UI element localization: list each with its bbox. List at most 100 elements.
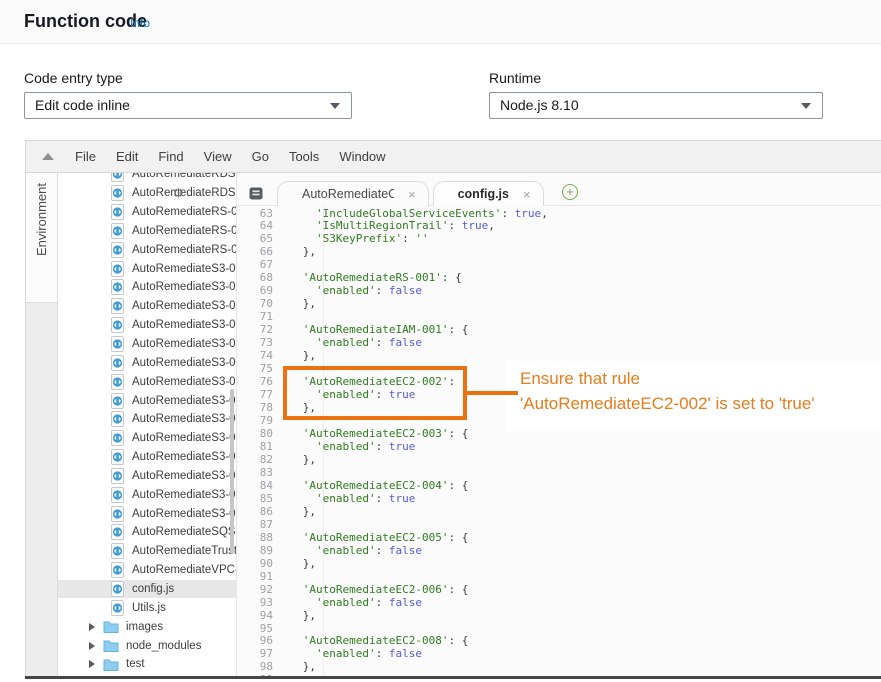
line-number: 89 [237,544,273,557]
tree-item-autoremediates3-01[interactable]: AutoRemediateS3-01 [58,448,236,467]
tree-item-utils-js[interactable]: Utils.js [58,598,236,617]
menu-item-tools[interactable]: Tools [286,147,322,166]
tree-item-autoremediates3-01[interactable]: AutoRemediateS3-01 [58,467,236,486]
js-file-icon [111,374,125,390]
tree-item-autoremediates3-01[interactable]: AutoRemediateS3-01 [58,504,236,523]
annotation-line2: 'AutoRemediateEC2-002' is set to 'true' [520,394,815,414]
tree-item-autoremediates3-00[interactable]: AutoRemediateS3-00 [58,335,236,354]
code-line: 85 'enabled': true [237,492,881,505]
close-tab-icon[interactable]: × [523,188,531,201]
close-tab-icon[interactable]: × [408,188,416,201]
code-line-text: }, [273,297,316,310]
menu-item-file[interactable]: File [72,147,99,166]
tree-item-autoremediates3-01[interactable]: AutoRemediateS3-01 [58,485,236,504]
code-line-text: 'IncludeGlobalServiceEvents': true, [273,207,548,220]
code-line-text: 'AutoRemediateEC2-008': { [273,634,468,647]
tree-item-node-modules[interactable]: node_modules [58,636,236,655]
tree-item-autoremediates3-00[interactable]: AutoRemediateS3-00 [58,316,236,335]
tree-item-autoremediaterds-0[interactable]: AutoRemediateRDS-0 [58,173,236,184]
tab-config-js[interactable]: config.js× [433,181,544,206]
info-link[interactable]: Info [130,16,150,30]
tree-item-autoremediates3-01[interactable]: AutoRemediateS3-01 [58,429,236,448]
tree-item-autoremediatesqs-0[interactable]: AutoRemediateSQS-0 [58,523,236,542]
tree-item-label: AutoRemediateRDS-0 [132,173,236,180]
busy-gear-icon: ⚙ [173,186,184,200]
code-line: 67 [237,258,881,271]
tree-item-autoremediates3-00[interactable]: AutoRemediateS3-00 [58,259,236,278]
tree-item-config-js[interactable]: config.js [58,580,236,599]
tree-item-test[interactable]: test [58,655,236,674]
tree-item-autoremediates3-00[interactable]: AutoRemediateS3-00 [58,353,236,372]
menu-item-go[interactable]: Go [249,147,272,166]
code-line-text: 'enabled': false [273,336,422,349]
code-line-text: 'enabled': true [273,440,415,453]
tree-item-autoremediaters-00[interactable]: AutoRemediateRS-00 [58,203,236,222]
js-file-icon [111,581,125,597]
menu-item-window[interactable]: Window [336,147,388,166]
tree-item-autoremediaterds-0[interactable]: AutoRemediateRDS-0⚙ [58,184,236,203]
code-line: 68 'AutoRemediateRS-001': { [237,271,881,284]
tree-item-label: AutoRemediateS3-00 [132,319,236,331]
code-line-text: 'enabled': true [273,492,415,505]
folder-icon [103,620,119,633]
menu-item-find[interactable]: Find [155,147,186,166]
tree-item-images[interactable]: images [58,617,236,636]
tree-item-label: AutoRemediateTruste [132,545,236,557]
code-line: 90 }, [237,557,881,570]
tree-item-autoremediaters-02[interactable]: AutoRemediateRS-02 [58,240,236,259]
tree-item-autoremediatetruste[interactable]: AutoRemediateTruste [58,542,236,561]
line-number: 75 [237,362,273,375]
js-file-icon [111,204,125,220]
line-number: 94 [237,609,273,622]
code-line-text: 'enabled': false [273,544,422,557]
tab-list-icon[interactable] [249,187,263,200]
line-number: 80 [237,427,273,440]
tree-item-autoremediates3-00[interactable]: AutoRemediateS3-00 [58,372,236,391]
caret-right-icon[interactable] [89,642,95,650]
collapse-editor-icon[interactable] [42,153,54,160]
tree-item-autoremediates3-00[interactable]: AutoRemediateS3-00 [58,278,236,297]
caret-right-icon[interactable] [89,660,95,668]
code-entry-type-value: Edit code inline [35,97,130,113]
code-line: 64 'IsMultiRegionTrail': true, [237,219,881,232]
caret-right-icon[interactable] [89,623,95,631]
line-number: 86 [237,505,273,518]
menu-item-view[interactable]: View [201,147,235,166]
code-editor-content[interactable]: 63 'IncludeGlobalServiceEvents': true,64… [237,206,881,679]
code-line: 93 'enabled': false [237,596,881,609]
code-line-text: 'enabled': false [273,596,422,609]
js-file-icon [111,223,125,239]
editor-bottom-border [25,676,881,679]
tree-item-autoremediates3-00[interactable]: AutoRemediateS3-00 [58,391,236,410]
annotation-connector-line [465,391,518,395]
tree-item-autoremediaters-01[interactable]: AutoRemediateRS-01 [58,222,236,241]
code-entry-type-label: Code entry type [24,70,123,86]
tab-autoremediatec[interactable]: AutoRemediateC× [277,181,429,206]
tree-item-autoremediatevpc-0[interactable]: AutoRemediateVPC-0 [58,561,236,580]
line-number: 68 [237,271,273,284]
code-line: 72 'AutoRemediateIAM-001': { [237,323,881,336]
menu-item-edit[interactable]: Edit [113,147,141,166]
chevron-down-icon [801,103,811,109]
environment-tab[interactable]: Environment [26,173,57,303]
line-number: 63 [237,207,273,220]
line-number: 95 [237,622,273,635]
code-line-text: }, [273,557,316,570]
tree-item-label: AutoRemediateS3-00 [132,300,236,312]
code-line: 69 'enabled': false [237,284,881,297]
code-line: 70 }, [237,297,881,310]
file-tree-scrollbar[interactable] [230,389,234,554]
new-tab-button[interactable]: + [562,184,578,200]
code-line-text: }, [273,245,316,258]
code-line: 98 }, [237,660,881,673]
code-entry-type-select[interactable]: Edit code inline [24,92,352,119]
runtime-select[interactable]: Node.js 8.10 [489,92,823,119]
tree-item-autoremediates3-00[interactable]: AutoRemediateS3-00 [58,297,236,316]
code-line-text: 'S3KeyPrefix': '' [273,232,429,245]
tree-item-label: AutoRemediateS3-00 [132,357,236,369]
tree-item-label: AutoRemediateRDS-0 [132,187,236,199]
code-line: 66 }, [237,245,881,258]
code-line: 82 }, [237,453,881,466]
tree-item-label: AutoRemediateS3-00 [132,281,236,293]
tree-item-autoremediates3-00[interactable]: AutoRemediateS3-00 [58,410,236,429]
